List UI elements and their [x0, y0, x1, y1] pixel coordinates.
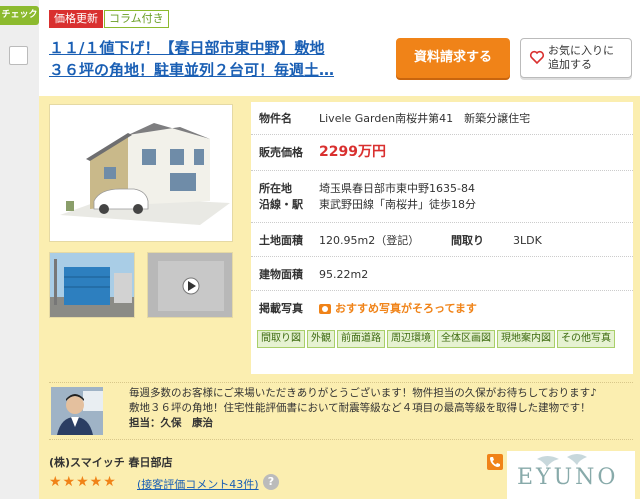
layout-value: 3LDK	[513, 234, 542, 247]
logo-text: EYUNO	[517, 465, 619, 490]
row-location: 所在地 沿線・駅 埼玉県春日部市東中野1635-84 東武野田線「南桜井」徒歩1…	[251, 171, 633, 223]
row-land-area: 土地面積 120.95m2（登記） 間取り 3LDK	[251, 223, 633, 257]
price-updated-badge: 価格更新	[49, 10, 103, 28]
price-value: 2299万円	[319, 144, 386, 160]
photo-tag-other[interactable]: その他写真	[557, 330, 615, 348]
photo-tag-map[interactable]: 現地案内図	[497, 330, 555, 348]
photo-tag-floorplan[interactable]: 間取り図	[257, 330, 305, 348]
request-materials-button[interactable]: 資料請求する	[396, 38, 510, 78]
heart-icon	[529, 50, 545, 65]
company-logo: EYUNO	[507, 451, 635, 499]
agent-message-strip: 毎週多数のお客様にご来場いただきありがとうございます！物件担当の久保がお待ちして…	[49, 382, 633, 440]
review-comments-link[interactable]: (接客評価コメント43件)	[137, 476, 259, 492]
listing-title-link[interactable]: １１/１値下げ！【春日部市東中野】敷地 ３６坪の角地！駐車並列２台可！毎週土…	[49, 37, 379, 81]
land-area-value: 120.95m2（登記）	[319, 234, 420, 247]
play-icon	[148, 253, 232, 317]
agent-message: 毎週多数のお客様にご来場いただきありがとうございます！物件担当の久保がお待ちして…	[129, 386, 629, 431]
camera-icon	[319, 304, 331, 314]
row-building-area: 建物面積 95.22m2	[251, 257, 633, 291]
photo-tag-site-plan[interactable]: 全体区画図	[437, 330, 495, 348]
photo-tag-surroundings[interactable]: 周辺環境	[387, 330, 435, 348]
listing-body: 物件名 Livele Garden南桜井第41 新築分譲住宅 販売価格 2299…	[39, 96, 640, 499]
house-illustration	[50, 105, 232, 241]
photos-note: おすすめ写真がそろってます	[319, 300, 477, 318]
price-label: 販売価格	[259, 146, 303, 159]
agent-message-line2: 敷地３６坪の角地！住宅性能評価書において耐震等級など４項目の最高等級を取得した建…	[129, 402, 591, 414]
check-column: チェック	[0, 0, 39, 499]
property-name-value: Livele Garden南桜井第41 新築分譲住宅	[319, 112, 531, 125]
add-favorite-button[interactable]: お気に入りに 追加する	[520, 38, 632, 78]
column-badge: コラム付き	[104, 10, 169, 28]
photos-label: 掲載写真	[259, 302, 303, 315]
agent-message-line1: 毎週多数のお客様にご来場いただきありがとうございます！物件担当の久保がお待ちして…	[129, 387, 597, 399]
main-property-photo[interactable]	[49, 104, 233, 242]
listing-title-line2[interactable]: ３６坪の角地！駐車並列２台可！毎週土…	[49, 59, 379, 81]
favorite-label: お気に入りに 追加する	[548, 44, 614, 71]
property-info-table: 物件名 Livele Garden南桜井第41 新築分譲住宅 販売価格 2299…	[251, 102, 633, 374]
building-area-value: 95.22m2	[319, 268, 369, 281]
check-label: チェック	[0, 6, 39, 25]
building-area-label: 建物面積	[259, 268, 303, 281]
listing-title-line1[interactable]: １１/１値下げ！【春日部市東中野】敷地	[49, 37, 379, 59]
photo-tag-list: 間取り図 外観 前面道路 周辺環境 全体区画図 現地案内図 その他写真	[257, 326, 629, 352]
construction-photo-thumbnail[interactable]	[49, 252, 135, 318]
property-name-label: 物件名	[259, 112, 292, 125]
photo-tag-front-road[interactable]: 前面道路	[337, 330, 385, 348]
phone-icon[interactable]	[487, 454, 503, 470]
row-price: 販売価格 2299万円	[251, 135, 633, 171]
station-value: 東武野田線「南桜井」徒歩18分	[319, 198, 476, 211]
agent-name: 担当：久保 康治	[129, 417, 213, 429]
land-area-label: 土地面積	[259, 234, 303, 247]
station-label: 沿線・駅	[259, 198, 303, 211]
check-checkbox[interactable]	[9, 46, 28, 65]
layout-label: 間取り	[451, 234, 484, 247]
company-name[interactable]: (株)スマイッチ 春日部店	[49, 454, 173, 470]
listing-header: 価格更新 コラム付き １１/１値下げ！【春日部市東中野】敷地 ３６坪の角地！駐車…	[39, 0, 640, 96]
row-photos: 掲載写真 おすすめ写真がそろってます 間取り図 外観 前面道路 周辺環境 全体区画図 現地…	[251, 291, 633, 374]
row-property-name: 物件名 Livele Garden南桜井第41 新築分譲住宅	[251, 102, 633, 135]
photo-tag-exterior[interactable]: 外観	[307, 330, 335, 348]
agent-avatar	[51, 387, 103, 435]
help-icon[interactable]: ?	[263, 474, 279, 490]
rating-stars: ★★★★★	[49, 474, 117, 490]
construction-illustration	[50, 253, 134, 317]
video-thumbnail[interactable]	[147, 252, 233, 318]
